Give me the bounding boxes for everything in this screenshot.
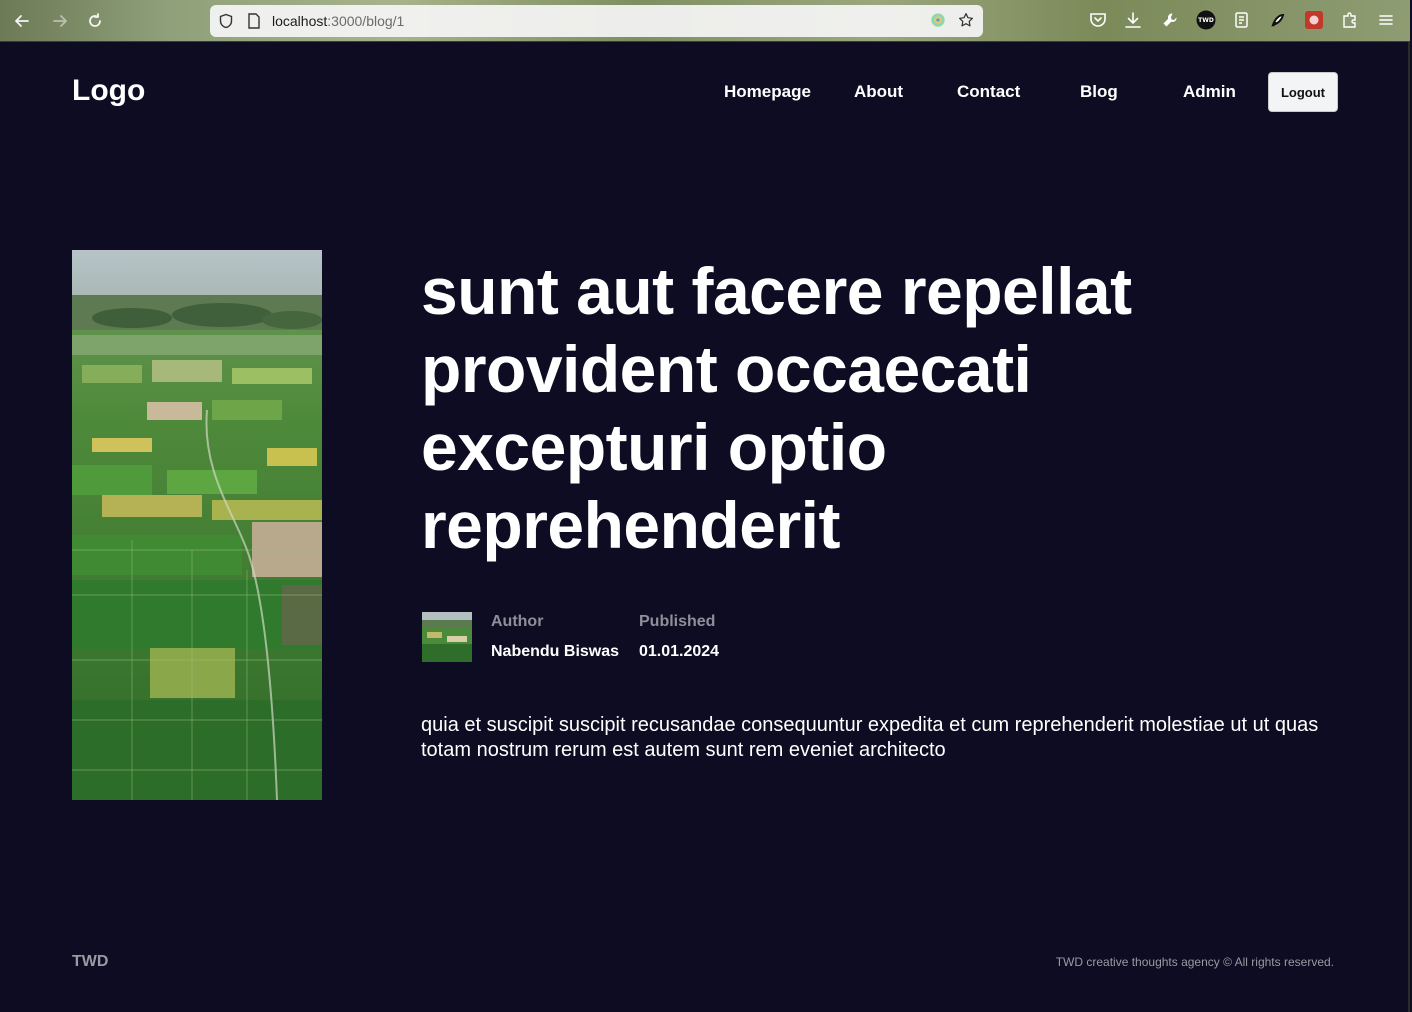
- reload-icon[interactable]: [84, 10, 106, 32]
- author-label: Author: [491, 613, 544, 630]
- nav-homepage[interactable]: Homepage: [724, 82, 811, 102]
- reader-icon[interactable]: [1232, 10, 1252, 30]
- back-icon[interactable]: [11, 10, 33, 32]
- url-path: :3000/blog/1: [327, 13, 405, 29]
- published-date: 01.01.2024: [639, 643, 720, 660]
- site-logo[interactable]: Logo: [72, 74, 145, 108]
- download-icon[interactable]: [1123, 10, 1143, 30]
- footer-brand: TWD: [72, 953, 109, 970]
- browser-window: localhost:3000/blog/1 TWD Logo Homepage …: [0, 0, 1410, 1012]
- bookmark-star-icon[interactable]: [958, 12, 974, 28]
- logout-button[interactable]: Logout: [1268, 72, 1338, 112]
- footer-copyright: TWD creative thoughts agency © All right…: [1055, 955, 1334, 969]
- extension-icon[interactable]: [1268, 10, 1288, 30]
- browser-toolbar: localhost:3000/blog/1 TWD: [0, 0, 1410, 42]
- post-image: [72, 250, 322, 800]
- author-name: Nabendu Biswas: [491, 643, 620, 660]
- menu-icon[interactable]: [1376, 10, 1396, 30]
- pocket-icon[interactable]: [1088, 10, 1108, 30]
- post-body: quia et suscipit suscipit recusandae con…: [421, 714, 1319, 761]
- forward-icon[interactable]: [49, 10, 71, 32]
- nav-about[interactable]: About: [854, 82, 903, 102]
- url-text[interactable]: localhost:3000/blog/1: [272, 13, 404, 29]
- published-label: Published: [639, 613, 716, 630]
- post-title: sunt aut facere repellat provident occae…: [421, 254, 1132, 562]
- twd-extension-icon[interactable]: TWD: [1196, 10, 1216, 30]
- puzzle-icon[interactable]: [1340, 10, 1360, 30]
- extension-red-icon[interactable]: [1304, 10, 1324, 30]
- nav-admin[interactable]: Admin: [1183, 82, 1236, 102]
- page-icon[interactable]: [246, 13, 262, 29]
- url-bar[interactable]: localhost:3000/blog/1: [210, 5, 983, 37]
- wrench-icon[interactable]: [1160, 10, 1180, 30]
- twd-badge-text: TWD: [1198, 16, 1214, 24]
- nav-contact[interactable]: Contact: [957, 82, 1020, 102]
- shield-icon[interactable]: [218, 13, 234, 29]
- author-avatar: [422, 612, 472, 662]
- nav-blog[interactable]: Blog: [1080, 82, 1118, 102]
- extension-badge-icon[interactable]: [930, 12, 946, 28]
- url-host: localhost: [272, 13, 328, 29]
